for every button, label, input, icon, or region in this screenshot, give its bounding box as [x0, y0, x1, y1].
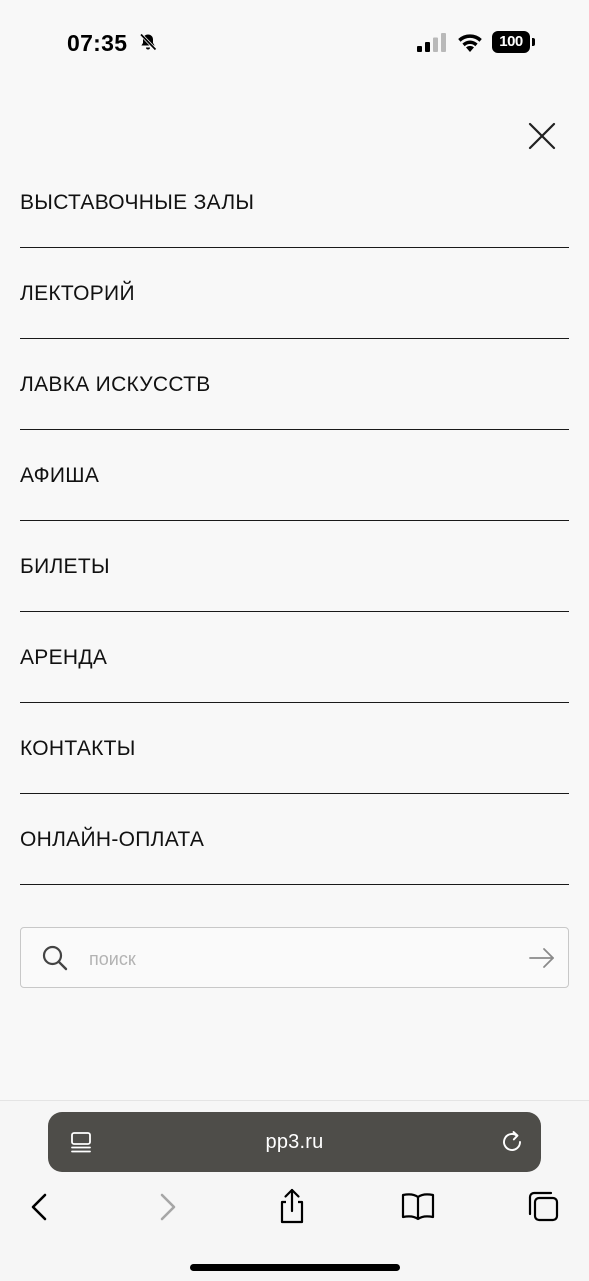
cellular-signal-icon — [417, 33, 446, 52]
menu-item-events[interactable]: АФИША — [20, 431, 569, 521]
share-icon[interactable] — [272, 1187, 312, 1227]
menu-item-contacts[interactable]: КОНТАКТЫ — [20, 704, 569, 794]
bell-muted-icon — [139, 33, 157, 51]
close-icon[interactable] — [526, 120, 558, 152]
navigation-menu: ВЫСТАВОЧНЫЕ ЗАЛЫ ЛЕКТОРИЙ ЛАВКА ИСКУССТВ… — [20, 158, 569, 885]
menu-item-label: ЛАВКА ИСКУССТВ — [20, 373, 211, 396]
chevron-left-icon[interactable] — [19, 1187, 59, 1227]
wifi-icon — [458, 34, 482, 52]
address-bar[interactable]: pp3.ru — [48, 1112, 541, 1172]
address-url: pp3.ru — [265, 1131, 324, 1153]
menu-item-exhibition-halls[interactable]: ВЫСТАВОЧНЫЕ ЗАЛЫ — [20, 158, 569, 248]
menu-item-label: ЛЕКТОРИЙ — [20, 282, 135, 305]
book-icon[interactable] — [398, 1187, 438, 1227]
menu-item-lecture-hall[interactable]: ЛЕКТОРИЙ — [20, 249, 569, 339]
menu-item-art-shop[interactable]: ЛАВКА ИСКУССТВ — [20, 340, 569, 430]
home-indicator — [190, 1264, 400, 1271]
menu-item-label: АРЕНДА — [20, 646, 108, 669]
status-bar: 07:35 100 — [0, 0, 589, 88]
search-input[interactable] — [87, 938, 511, 980]
search-box — [20, 927, 569, 988]
menu-item-tickets[interactable]: БИЛЕТЫ — [20, 522, 569, 612]
menu-item-label: БИЛЕТЫ — [20, 555, 110, 578]
menu-item-label: КОНТАКТЫ — [20, 737, 136, 760]
menu-item-rent[interactable]: АРЕНДА — [20, 613, 569, 703]
search-icon — [42, 945, 68, 971]
arrow-right-icon[interactable] — [528, 946, 556, 970]
chevron-right-icon[interactable] — [148, 1187, 188, 1227]
reload-icon[interactable] — [499, 1129, 525, 1155]
menu-item-label: АФИША — [20, 464, 100, 487]
menu-item-online-payment[interactable]: ОНЛАЙН-ОПЛАТА — [20, 795, 569, 885]
menu-item-label: ВЫСТАВОЧНЫЕ ЗАЛЫ — [20, 191, 255, 214]
battery-level: 100 — [492, 31, 530, 53]
browser-toolbar: pp3.ru — [0, 1100, 589, 1281]
menu-item-label: ОНЛАЙН-ОПЛАТА — [20, 828, 205, 851]
tabs-icon[interactable] — [524, 1187, 564, 1227]
battery-icon: 100 — [492, 31, 536, 53]
status-time: 07:35 — [67, 30, 128, 56]
